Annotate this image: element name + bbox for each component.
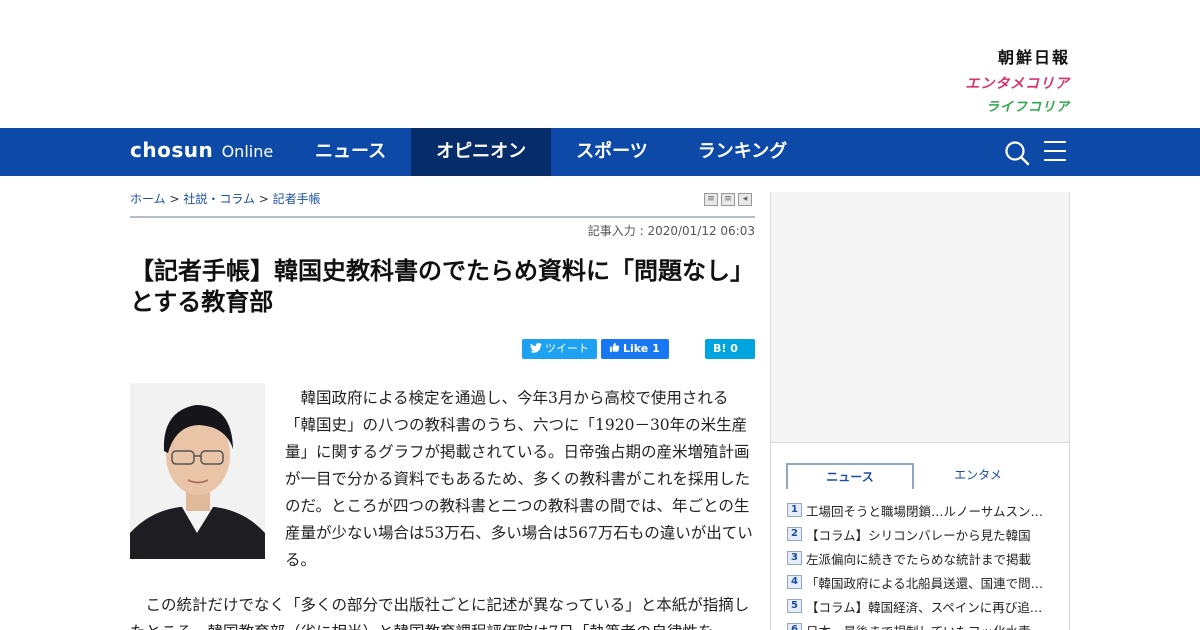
author-photo xyxy=(130,383,265,559)
rank-number: 2 xyxy=(787,527,802,541)
article-tools: ≡ ≡ ◂ xyxy=(704,193,752,206)
tweet-label: ツイート xyxy=(545,342,589,355)
list-item[interactable]: 3 左派偏向に続きでたらめな統計まで掲載 xyxy=(787,546,1047,570)
breadcrumb-separator: > xyxy=(254,192,273,206)
breadcrumb-separator: > xyxy=(165,192,184,206)
tab-entame[interactable]: エンタメ xyxy=(914,463,1042,487)
list-item[interactable]: 1 工場回そうと職場閉鎖…ルノーサムスン労組 xyxy=(787,498,1047,522)
news-headline: 工場回そうと職場閉鎖…ルノーサムスン労組 xyxy=(806,503,1047,519)
tweet-button[interactable]: ツイート xyxy=(522,339,597,359)
nav-item-opinion[interactable]: オピニオン xyxy=(411,128,552,176)
back-arrow-icon[interactable]: ◂ xyxy=(738,193,752,206)
news-headline: 左派偏向に続きでたらめな統計まで掲載 xyxy=(806,551,1032,567)
tab-news[interactable]: ニュース xyxy=(786,463,914,489)
rank-number: 1 xyxy=(787,503,802,517)
nav-item-ranking[interactable]: ランキング xyxy=(673,128,812,176)
search-icon[interactable] xyxy=(1004,140,1030,166)
list-item[interactable]: 5 【コラム】韓国経済、スペインに再び追い越される xyxy=(787,594,1047,618)
news-headline: 日本、最後まで規制していたフッ化水素も解除 xyxy=(806,621,1047,630)
nav-item-news[interactable]: ニュース xyxy=(290,128,411,176)
nav-item-sports[interactable]: スポーツ xyxy=(551,128,673,176)
right-sidebar: ニュース エンタメ 1 工場回そうと職場閉鎖…ルノーサムスン労組 2 【コラム】… xyxy=(770,192,1070,630)
chosun-ilbo-logo[interactable]: 朝鮮日報 xyxy=(935,44,1070,68)
like-label: Like 1 xyxy=(623,342,660,355)
ranking-tabs: ニュース エンタメ xyxy=(786,463,1042,489)
chosun-online-logo[interactable]: chosun Online xyxy=(130,138,273,162)
breadcrumb-home[interactable]: ホーム xyxy=(130,192,166,206)
list-item[interactable]: 2 【コラム】シリコンバレーから見た韓国 xyxy=(787,522,1047,546)
article-title: 【記者手帳】韓国史教科書のでたらめ資料に「問題なし」とする教育部 xyxy=(130,257,754,316)
news-headline: 【コラム】シリコンバレーから見た韓国 xyxy=(806,527,1031,543)
facebook-like-button[interactable]: Like 1 xyxy=(601,339,669,359)
thumbs-up-icon xyxy=(609,342,620,353)
author-portrait-illustration xyxy=(130,383,265,559)
rank-number: 3 xyxy=(787,551,802,565)
ranking-news-list: 1 工場回そうと職場閉鎖…ルノーサムスン労組 2 【コラム】シリコンバレーから見… xyxy=(787,498,1047,630)
list-item[interactable]: 4 「韓国政府による北船員送還、国連で問題に」 xyxy=(787,570,1047,594)
hamburger-menu-icon[interactable] xyxy=(1044,141,1066,163)
rank-number: 4 xyxy=(787,575,802,589)
article-paragraph: 韓国政府による検定を通過し、今年3月から高校で使用される「韓国史」の八つの教科書… xyxy=(285,389,753,569)
news-headline: 【コラム】韓国経済、スペインに再び追い越される xyxy=(806,599,1047,615)
hatena-bookmark-button[interactable]: B! 0 xyxy=(705,339,755,359)
article-date: 記事入力 : 2020/01/12 06:03 xyxy=(587,224,755,238)
entame-korea-logo[interactable]: エンタメコリア xyxy=(935,73,1070,93)
life-korea-logo[interactable]: ライフコリア xyxy=(935,96,1070,115)
nav-menu-items: ニュース オピニオン スポーツ ランキング xyxy=(290,128,812,176)
rank-number: 6 xyxy=(787,623,802,630)
brand-light-text: Online xyxy=(221,142,274,161)
list-item[interactable]: 6 日本、最後まで規制していたフッ化水素も解除 xyxy=(787,618,1047,630)
main-navbar: chosun Online ニュース オピニオン スポーツ ランキング xyxy=(0,128,1200,176)
brand-bold-text: chosun xyxy=(130,138,214,162)
news-headline: 「韓国政府による北船員送還、国連で問題に」 xyxy=(806,575,1047,591)
ad-placeholder xyxy=(771,192,1069,443)
font-size-icon[interactable]: ≡ xyxy=(721,193,735,206)
rank-number: 5 xyxy=(787,599,802,613)
breadcrumb: ホーム > 社説・コラム > 記者手帳 xyxy=(130,190,321,207)
twitter-bird-icon xyxy=(530,342,542,353)
breadcrumb-current[interactable]: 記者手帳 xyxy=(273,192,321,206)
article-paragraph: この統計だけでなく「多くの部分で出版社ごとに記述が異なっている」と本紙が指摘した… xyxy=(130,596,750,630)
print-icon[interactable]: ≡ xyxy=(704,193,718,206)
breadcrumb-section[interactable]: 社説・コラム xyxy=(183,192,255,206)
brand-logos: 朝鮮日報 エンタメコリア ライフコリア xyxy=(935,44,1070,115)
breadcrumb-divider xyxy=(130,216,755,218)
